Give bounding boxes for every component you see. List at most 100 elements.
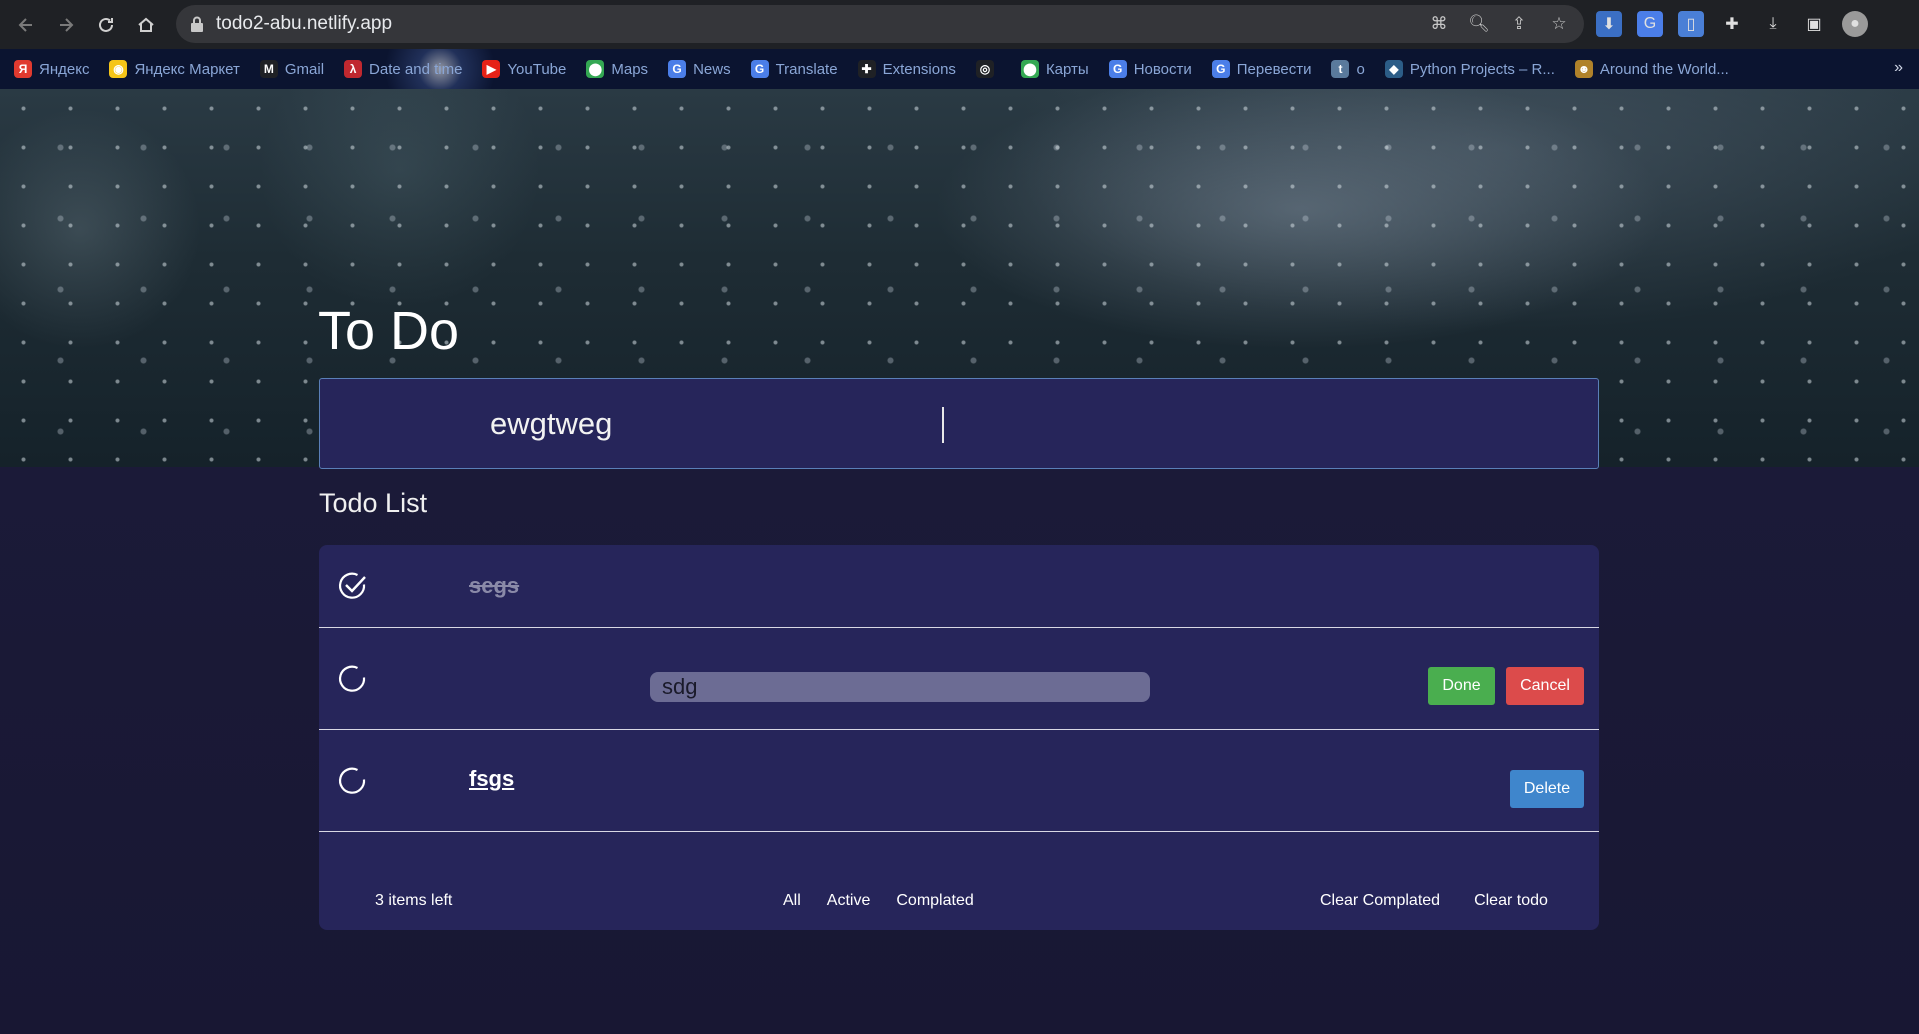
home-button[interactable] <box>126 5 166 45</box>
list-heading: Todo List <box>319 488 428 518</box>
bookmark-label: Новости <box>1133 60 1192 78</box>
bookmarks-more-icon[interactable]: » <box>1894 59 1903 77</box>
omnibox-actions: ⌘ 🔍︎ ⇪ ☆ <box>1428 5 1570 43</box>
youtube-icon: ▶ <box>482 60 501 78</box>
tumblr-icon: t <box>1331 60 1350 78</box>
bookmark-item[interactable]: G News <box>668 60 731 78</box>
extensions-bar: ⬇ G ▯ ✚ ⤓ ▣ ● <box>1596 5 1868 43</box>
reload-button[interactable] <box>86 5 126 45</box>
translate-icon: G <box>1211 60 1230 78</box>
bookmark-label: YouTube <box>507 60 567 78</box>
bookmark-item[interactable]: λ Date and time <box>344 60 462 78</box>
todo-item: fsgs <box>319 729 1599 832</box>
puzzle-icon[interactable]: ✚ <box>1719 11 1745 37</box>
bookmark-item[interactable]: ▶ YouTube <box>482 60 566 78</box>
bookmark-item[interactable]: ☻ Around the World... <box>1574 60 1729 78</box>
clear-todo-button[interactable]: Clear todo <box>1474 892 1548 910</box>
filter-completed[interactable]: Complated <box>896 892 973 910</box>
news-icon: G <box>668 60 687 78</box>
bookmark-label: Translate <box>775 60 838 78</box>
bookmark-label: Maps <box>611 60 649 78</box>
profile-avatar[interactable]: ● <box>1842 11 1868 37</box>
bookmark-item[interactable]: G Translate <box>750 60 838 78</box>
items-left-count: 3 items left <box>375 892 453 909</box>
done-button[interactable]: Done <box>1428 667 1495 705</box>
share-icon[interactable]: ⇪ <box>1508 13 1530 35</box>
bookmark-label: o <box>1356 60 1365 78</box>
downloads-icon[interactable]: ⤓ <box>1760 11 1786 37</box>
empty-circle-icon[interactable] <box>337 765 369 797</box>
python-icon: ◆ <box>1384 60 1403 78</box>
bookmark-label: Around the World... <box>1599 60 1729 78</box>
delete-button[interactable]: Delete <box>1510 770 1584 808</box>
zoom-icon[interactable]: 🔍︎ <box>1468 13 1490 35</box>
app-title: To Do <box>318 301 460 361</box>
around-world-icon: ☻ <box>1574 60 1593 78</box>
yandex-market-icon: ◉ <box>109 60 128 78</box>
bookmark-label: Яндекс <box>39 60 90 78</box>
extensions-icon: ✚ <box>857 60 876 78</box>
new-todo-field[interactable] <box>319 378 1599 469</box>
home-icon <box>138 17 154 32</box>
todo-text[interactable]: fsgs <box>469 766 514 792</box>
filter-active[interactable]: Active <box>827 892 871 910</box>
browser-toolbar: todo2-abu.netlify.app ⌘ 🔍︎ ⇪ ☆ ⬇ G ▯ ✚ ⤓… <box>0 0 1919 49</box>
todo-footer: 3 items left All Active Complated Clear … <box>319 850 1599 930</box>
browser-chrome: todo2-abu.netlify.app ⌘ 🔍︎ ⇪ ☆ ⬇ G ▯ ✚ ⤓… <box>0 0 1919 89</box>
bookmark-label: Date and time <box>369 60 463 78</box>
globe-icon: ◎ <box>975 60 994 78</box>
check-circle-icon[interactable] <box>337 570 369 602</box>
reload-icon <box>99 17 113 32</box>
bookmark-label: Gmail <box>284 60 325 78</box>
bookmark-item[interactable]: ⬤ Maps <box>586 60 648 78</box>
url-text: todo2-abu.netlify.app <box>216 13 393 34</box>
bookmark-item[interactable]: ◎ <box>975 60 1001 78</box>
todo-item: segs <box>319 545 1599 628</box>
star-icon[interactable]: ☆ <box>1548 13 1570 35</box>
bookmark-item[interactable]: ◆ Python Projects – R... <box>1384 60 1555 78</box>
bookmark-item[interactable]: to <box>1331 60 1365 78</box>
cancel-button[interactable]: Cancel <box>1506 667 1584 705</box>
bookmark-item[interactable]: ◉ Яндекс Маркет <box>109 60 240 78</box>
gmail-icon: M <box>259 60 278 78</box>
yandex-icon: Я <box>14 60 32 78</box>
bookmark-label: Python Projects – R... <box>1409 60 1555 78</box>
bookmark-item[interactable]: Я Яндекс <box>14 60 89 78</box>
bookmark-item[interactable]: ⬤ Карты <box>1020 60 1089 78</box>
bookmark-label: News <box>693 60 731 78</box>
bookmark-label: Карты <box>1045 60 1089 78</box>
filter-group: All Active Complated <box>783 892 974 910</box>
arrow-left-icon <box>18 17 32 32</box>
side-panel-icon[interactable]: ▣ <box>1801 11 1827 37</box>
docs-extension-icon[interactable]: ▯ <box>1678 11 1704 37</box>
bookmark-item[interactable]: M Gmail <box>259 60 325 78</box>
bookmarks-bar: Я Яндекс ◉ Яндекс Маркет M Gmail λ Date and tim… <box>0 49 1919 89</box>
address-bar[interactable]: todo2-abu.netlify.app ⌘ 🔍︎ ⇪ ☆ <box>176 5 1584 43</box>
bookmark-label: Яндекс Маркет <box>134 60 240 78</box>
bookmark-item[interactable]: ✚ Extensions <box>857 60 956 78</box>
empty-circle-icon[interactable] <box>337 663 369 695</box>
back-button[interactable] <box>6 5 46 45</box>
translate-icon: G <box>750 60 769 78</box>
filter-all[interactable]: All <box>783 892 801 910</box>
bookmark-item[interactable]: G Перевести <box>1211 60 1311 78</box>
todo-text[interactable]: segs <box>469 573 519 599</box>
forward-button[interactable] <box>46 5 86 45</box>
maps-icon: ⬤ <box>1020 60 1039 78</box>
maps-icon: ⬤ <box>586 60 605 78</box>
clear-completed-button[interactable]: Clear Complated <box>1320 892 1440 910</box>
date-icon: λ <box>344 60 363 78</box>
news-icon: G <box>1108 60 1127 78</box>
bookmark-item[interactable]: G Новости <box>1108 60 1192 78</box>
translate-page-icon[interactable]: ⌘ <box>1428 13 1450 35</box>
download-extension-icon[interactable]: ⬇ <box>1596 11 1622 37</box>
arrow-right-icon <box>60 17 74 32</box>
text-caret <box>942 407 944 443</box>
todo-list: segs Done Cancel fsgs Delete 3 items lef… <box>319 545 1599 930</box>
new-todo-input[interactable] <box>488 404 1392 443</box>
bookmark-label: Extensions <box>882 60 956 78</box>
translate-extension-icon[interactable]: G <box>1637 11 1663 37</box>
clear-group: Clear Complated Clear todo <box>1320 892 1548 910</box>
edit-todo-input[interactable] <box>650 672 1150 702</box>
lock-icon <box>191 16 203 32</box>
